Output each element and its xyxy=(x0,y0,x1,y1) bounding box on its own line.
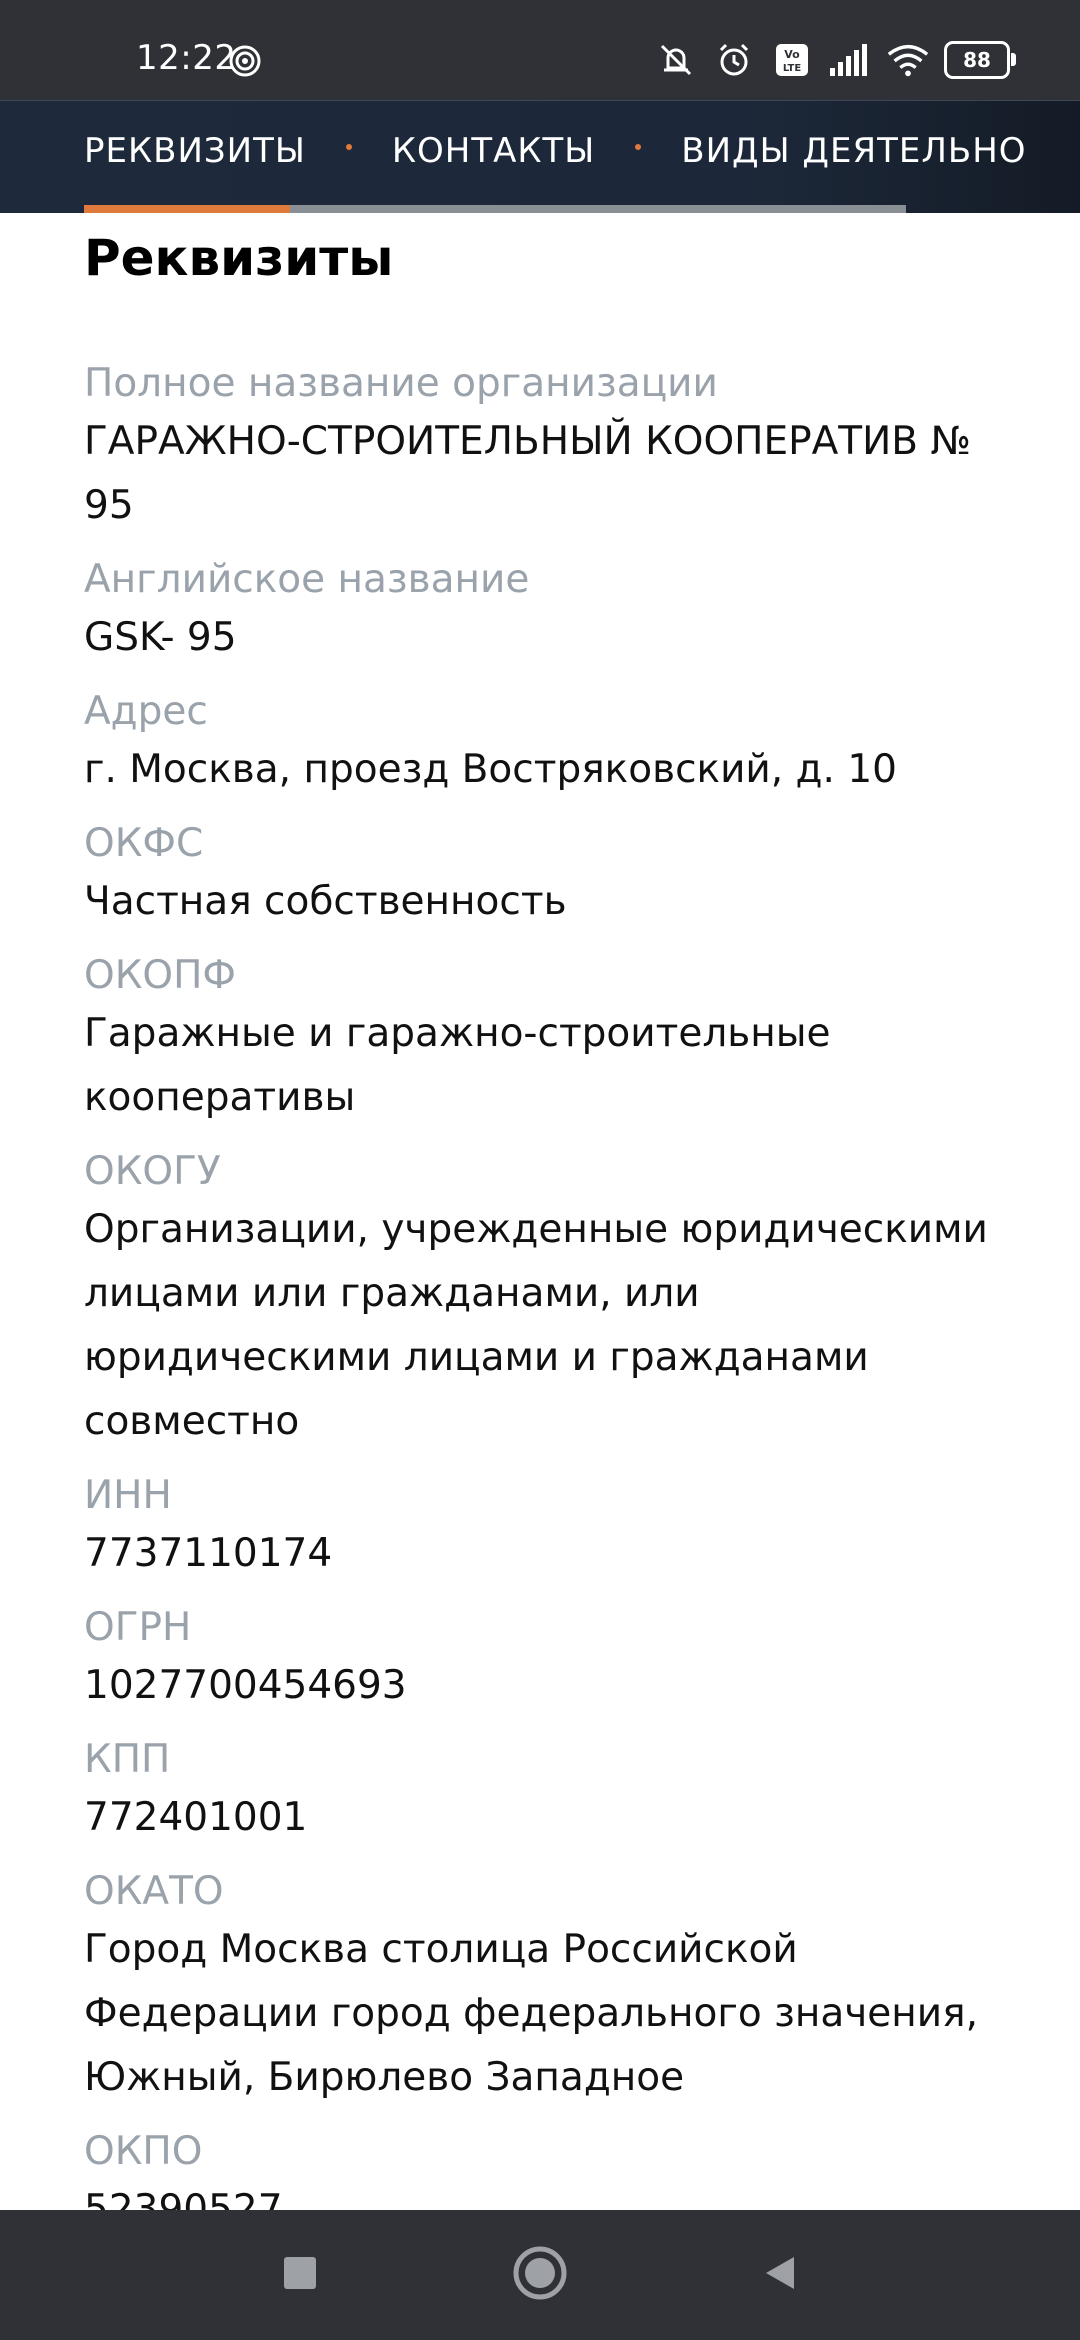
tab-activities[interactable]: ВИДЫ ДЕЯТЕЛЬНО xyxy=(681,131,1026,171)
recents-button[interactable] xyxy=(268,2243,332,2307)
svg-text:Vo: Vo xyxy=(784,48,800,61)
tab-requisites[interactable]: РЕКВИЗИТЫ xyxy=(84,131,306,171)
back-triangle-icon xyxy=(760,2253,800,2297)
field-value: Частная собственность xyxy=(84,879,567,924)
tab-separator-dot xyxy=(635,144,642,150)
field-value: GSK- 95 xyxy=(84,615,237,660)
battery-level: 88 xyxy=(963,48,991,72)
circle-icon xyxy=(512,2245,568,2305)
field-label: Адрес xyxy=(84,689,208,734)
field-value: 1027700454693 xyxy=(84,1663,407,1708)
battery-icon: 88 xyxy=(944,41,1016,79)
wifi-icon xyxy=(886,38,930,82)
tab-contacts[interactable]: КОНТАКТЫ xyxy=(392,131,595,171)
field-label: ОКОПФ xyxy=(84,953,236,998)
volte-icon: Vo LTE xyxy=(770,38,814,82)
field-okfs: ОКФС Частная собственность xyxy=(84,818,1004,934)
square-icon xyxy=(282,2255,318,2295)
back-button[interactable] xyxy=(748,2243,812,2307)
tabs-header: РЕКВИЗИТЫ КОНТАКТЫ ВИДЫ ДЕЯТЕЛЬНО xyxy=(0,100,1080,213)
field-label: ОКОГУ xyxy=(84,1149,221,1194)
field-value: ГАРАЖНО-СТРОИТЕЛЬНЫЙ КООПЕРАТИВ № 95 xyxy=(84,419,972,528)
status-time: 12:22 xyxy=(136,38,237,78)
field-okopf: ОКОПФ Гаражные и гаражно-строительные ко… xyxy=(84,950,1004,1130)
field-address: Адрес г. Москва, проезд Востряковский, д… xyxy=(84,686,1004,802)
field-value: 7737110174 xyxy=(84,1531,333,1576)
field-label: ОГРН xyxy=(84,1605,192,1650)
field-label: ИНН xyxy=(84,1473,172,1518)
requisites-list: Полное название организации ГАРАЖНО-СТРО… xyxy=(84,358,1004,2242)
field-okato: ОКАТО Город Москва столица Российской Фе… xyxy=(84,1866,1004,2110)
field-label: ОКПО xyxy=(84,2129,203,2174)
home-button[interactable] xyxy=(508,2243,572,2307)
alarm-icon xyxy=(712,38,756,82)
field-label: Полное название организации xyxy=(84,361,718,406)
signal-icon xyxy=(828,38,872,82)
field-value: Город Москва столица Российской Федераци… xyxy=(84,1927,978,2100)
field-value: Организации, учрежденные юридическими ли… xyxy=(84,1207,988,1444)
field-label: ОКАТО xyxy=(84,1869,224,1914)
navigation-bar xyxy=(0,2210,1080,2340)
field-kpp: КПП 772401001 xyxy=(84,1734,1004,1850)
field-label: ОКФС xyxy=(84,821,204,866)
status-bar: 12:22 Vo LTE 88 xyxy=(0,0,1080,100)
page-title: Реквизиты xyxy=(84,229,394,287)
main-content: Реквизиты Полное название организации ГА… xyxy=(84,212,1004,2242)
field-label: КПП xyxy=(84,1737,171,1782)
field-english-name: Английское название GSK- 95 xyxy=(84,554,1004,670)
field-value: г. Москва, проезд Востряковский, д. 10 xyxy=(84,747,897,792)
field-ogrn: ОГРН 1027700454693 xyxy=(84,1602,1004,1718)
bell-off-icon xyxy=(654,38,698,82)
field-value: 772401001 xyxy=(84,1795,308,1840)
tab-bar: РЕКВИЗИТЫ КОНТАКТЫ ВИДЫ ДЕЯТЕЛЬНО xyxy=(84,125,1080,177)
field-inn: ИНН 7737110174 xyxy=(84,1470,1004,1586)
tab-separator-dot xyxy=(345,144,352,150)
field-okogu: ОКОГУ Организации, учрежденные юридическ… xyxy=(84,1146,1004,1454)
field-value: Гаражные и гаражно-строительные кооперат… xyxy=(84,1011,831,1120)
field-label: Английское название xyxy=(84,557,530,602)
hotspot-icon xyxy=(228,44,262,78)
svg-text:LTE: LTE xyxy=(783,63,802,74)
field-full-name: Полное название организации ГАРАЖНО-СТРО… xyxy=(84,358,1004,538)
